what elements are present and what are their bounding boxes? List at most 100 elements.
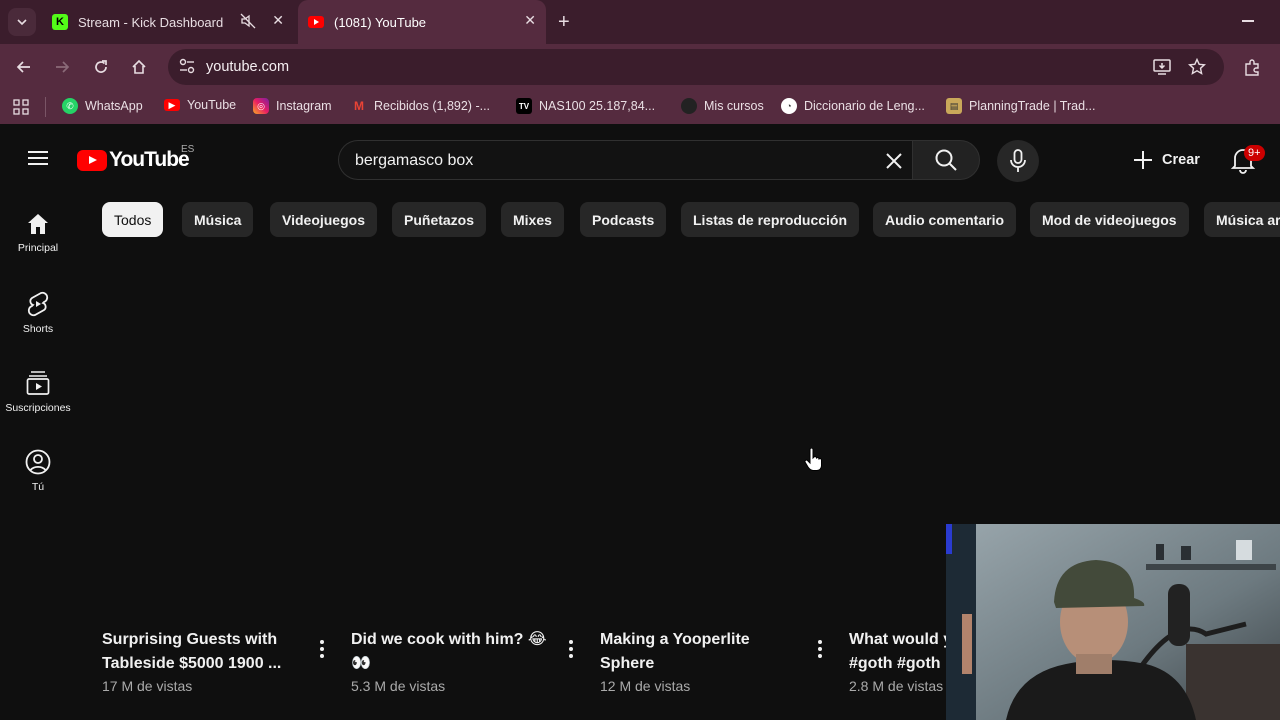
chip-podcasts[interactable]: Podcasts bbox=[580, 202, 667, 237]
video-title[interactable]: What would y #goth #goth bbox=[849, 628, 946, 676]
browser-tab-bar: K Stream - Kick Dashboard ✕ (1081) YouTu… bbox=[0, 0, 1280, 44]
reload-icon bbox=[95, 60, 107, 73]
chip-label: Puñetazos bbox=[404, 211, 475, 228]
video-title[interactable]: Surprising Guests with Tableside $5000 1… bbox=[102, 628, 302, 676]
sidebar-item-principal[interactable]: Principal bbox=[0, 212, 76, 254]
bookmark-nas100[interactable]: TV NAS100 25.187,84... bbox=[516, 98, 655, 114]
video-title[interactable]: Making a Yooperlite Sphere bbox=[600, 628, 800, 676]
chip-musica-ar[interactable]: Música ar bbox=[1204, 202, 1280, 237]
url-text: youtube.com bbox=[206, 59, 290, 75]
rae-icon: ◔ bbox=[781, 98, 797, 114]
video-card[interactable]: Making a Yooperlite Sphere 12 M de vista… bbox=[600, 628, 836, 694]
youtube-play-icon bbox=[77, 149, 107, 171]
reload-button[interactable] bbox=[90, 56, 112, 78]
star-bookmark-icon[interactable] bbox=[1188, 58, 1206, 76]
close-tab-icon[interactable]: ✕ bbox=[272, 12, 284, 29]
bookmark-label: YouTube bbox=[187, 98, 237, 112]
new-tab-icon[interactable]: + bbox=[558, 11, 570, 34]
chip-listas-de-reproduccion[interactable]: Listas de reproducción bbox=[681, 202, 860, 237]
forward-button[interactable] bbox=[51, 56, 73, 78]
create-button[interactable]: Crear bbox=[1120, 140, 1212, 180]
minimize-window-icon[interactable] bbox=[1242, 20, 1254, 22]
install-app-icon[interactable] bbox=[1152, 58, 1172, 76]
chip-punetazos[interactable]: Puñetazos bbox=[392, 202, 487, 237]
more-options-icon[interactable] bbox=[320, 640, 324, 661]
microphone-icon bbox=[1010, 149, 1026, 172]
chip-label: Audio comentario bbox=[885, 211, 1005, 228]
chip-audio-comentario[interactable]: Audio comentario bbox=[873, 202, 1017, 237]
site-settings-icon[interactable] bbox=[178, 57, 196, 75]
search-input[interactable]: bergamasco box bbox=[338, 140, 912, 180]
address-bar[interactable]: youtube.com bbox=[168, 49, 1224, 85]
bookmarks-bar: ✆ WhatsApp ▶ YouTube ◎ Instagram M Recib… bbox=[0, 90, 1280, 124]
logo-text: YouTube bbox=[109, 148, 190, 171]
region-code: ES bbox=[181, 144, 195, 155]
plus-icon bbox=[1134, 151, 1153, 169]
video-views: 5.3 M de vistas bbox=[351, 678, 446, 694]
menu-hamburger-icon[interactable] bbox=[28, 147, 48, 169]
chip-musica[interactable]: Música bbox=[182, 202, 254, 237]
instagram-icon: ◎ bbox=[253, 98, 269, 114]
bookmark-youtube[interactable]: ▶ YouTube bbox=[164, 98, 236, 112]
more-options-icon[interactable] bbox=[569, 640, 573, 661]
chip-label: Listas de reproducción bbox=[693, 211, 848, 228]
youtube-icon bbox=[308, 16, 324, 28]
chip-videojuegos[interactable]: Videojuegos bbox=[270, 202, 377, 237]
planningtrade-icon: ▤ bbox=[946, 98, 962, 114]
voice-search-button[interactable] bbox=[997, 140, 1039, 182]
sidebar-item-tu[interactable]: Tú bbox=[0, 449, 76, 493]
arrow-right-icon bbox=[56, 61, 70, 73]
whatsapp-icon: ✆ bbox=[62, 98, 78, 114]
video-card[interactable]: Surprising Guests with Tableside $5000 1… bbox=[102, 628, 338, 694]
video-card[interactable]: Did we cook with him? 😂 👀 5.3 M de vista… bbox=[351, 628, 587, 694]
chip-label: Mod de videojuegos bbox=[1042, 211, 1177, 228]
apps-grid-icon[interactable] bbox=[13, 99, 29, 115]
youtube-logo[interactable]: YouTube bbox=[77, 148, 190, 172]
chip-label: Música ar bbox=[1216, 211, 1280, 228]
video-card[interactable]: What would y #goth #goth 2.8 M de vistas bbox=[849, 628, 946, 694]
bookmark-whatsapp[interactable]: ✆ WhatsApp bbox=[62, 98, 143, 114]
sidebar-item-shorts[interactable]: Shorts bbox=[0, 291, 76, 335]
kick-icon: K bbox=[52, 14, 68, 30]
video-title[interactable]: Did we cook with him? 😂 👀 bbox=[351, 628, 551, 676]
sidebar-item-suscripciones[interactable]: Suscripciones bbox=[0, 370, 76, 414]
bookmark-instagram[interactable]: ◎ Instagram bbox=[253, 98, 332, 114]
bookmark-mis-cursos[interactable]: Mis cursos bbox=[681, 98, 764, 114]
youtube-icon: ▶ bbox=[164, 99, 180, 111]
tab-search-button[interactable] bbox=[8, 8, 36, 36]
more-options-icon[interactable] bbox=[818, 640, 822, 661]
chip-label: Videojuegos bbox=[282, 211, 365, 228]
chip-label: Todos bbox=[114, 211, 152, 228]
bookmark-gmail[interactable]: M Recibidos (1,892) -... bbox=[351, 98, 490, 114]
tab-kick-dashboard[interactable]: K Stream - Kick Dashboard ✕ bbox=[44, 0, 294, 44]
tab-youtube[interactable]: (1081) YouTube ✕ bbox=[298, 0, 546, 44]
bookmark-label: WhatsApp bbox=[85, 99, 143, 113]
chip-todos[interactable]: Todos bbox=[102, 202, 164, 237]
bookmark-label: Recibidos (1,892) -... bbox=[374, 99, 491, 113]
chip-mixes[interactable]: Mixes bbox=[501, 202, 564, 237]
muted-speaker-icon[interactable] bbox=[240, 13, 256, 29]
browser-toolbar: youtube.com bbox=[0, 44, 1280, 90]
arrow-left-icon bbox=[16, 61, 30, 73]
chip-mod-de-videojuegos[interactable]: Mod de videojuegos bbox=[1030, 202, 1189, 237]
tab-title: (1081) YouTube bbox=[334, 14, 427, 30]
sidebar-label: Shorts bbox=[22, 323, 54, 335]
chip-label: Mixes bbox=[513, 211, 552, 228]
bookmark-diccionario[interactable]: ◔ Diccionario de Leng... bbox=[781, 98, 925, 114]
search-button[interactable] bbox=[912, 140, 980, 180]
extensions-puzzle-icon[interactable] bbox=[1243, 58, 1262, 77]
clear-search-icon[interactable] bbox=[885, 152, 903, 170]
close-tab-icon[interactable]: ✕ bbox=[524, 12, 536, 29]
home-icon bbox=[132, 59, 146, 74]
back-button[interactable] bbox=[13, 56, 35, 78]
home-button[interactable] bbox=[128, 56, 150, 78]
video-views: 2.8 M de vistas bbox=[849, 678, 944, 694]
chip-label: Música bbox=[194, 211, 242, 228]
bookmark-label: Mis cursos bbox=[704, 99, 764, 113]
youtube-header: YouTube ES bergamasco box Crear bbox=[0, 124, 1280, 196]
sidebar-label: Suscripciones bbox=[5, 402, 71, 414]
notifications-badge: 9+ bbox=[1244, 145, 1265, 161]
chevron-down-icon bbox=[17, 19, 27, 26]
bookmark-planningtrade[interactable]: ▤ PlanningTrade | Trad... bbox=[946, 98, 1095, 114]
bookmark-label: Diccionario de Leng... bbox=[804, 99, 925, 113]
